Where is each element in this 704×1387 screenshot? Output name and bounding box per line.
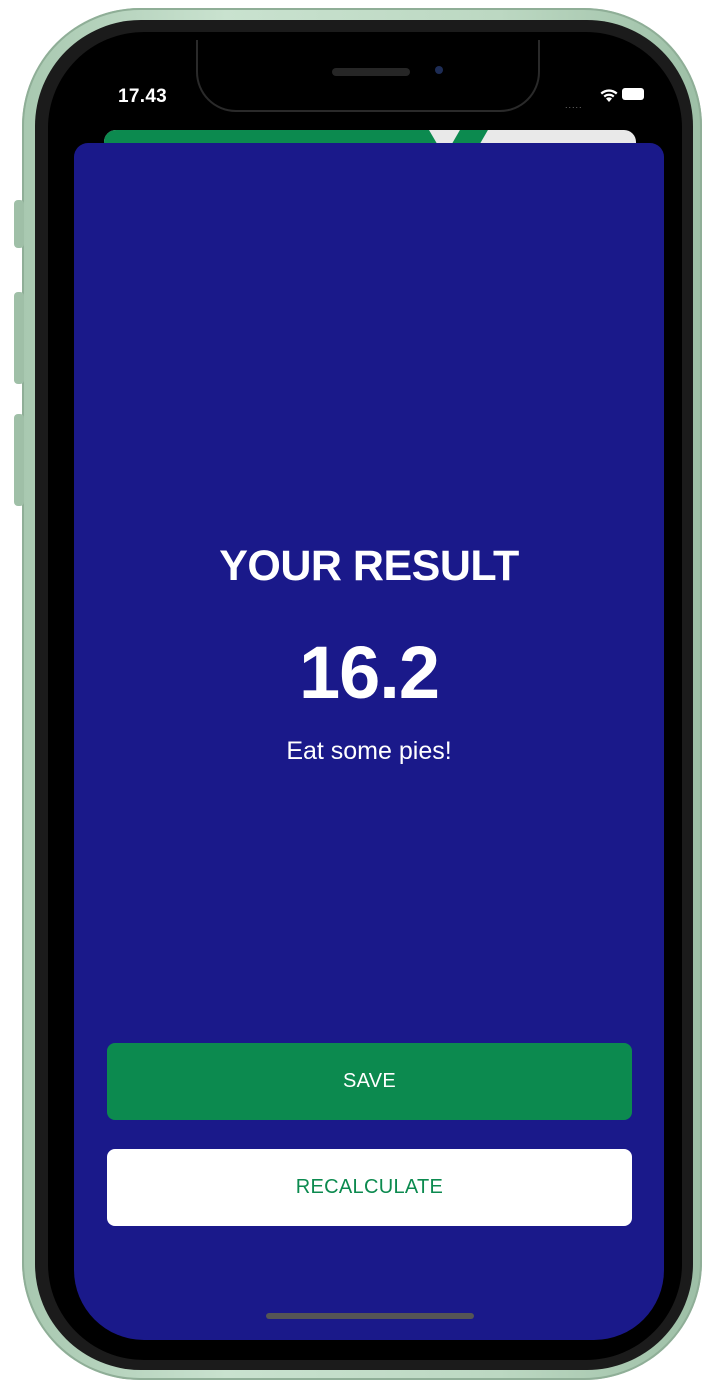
battery-icon [622, 88, 644, 100]
notch-outline [196, 40, 540, 112]
status-time: 17.43 [118, 86, 168, 107]
volume-up-button [14, 292, 24, 384]
front-camera [435, 66, 443, 74]
mute-switch [14, 200, 24, 248]
signal-dots: ..... [565, 100, 583, 110]
save-button[interactable]: SAVE [107, 1043, 632, 1120]
result-title: YOUR RESULT [219, 542, 519, 590]
result-value: 16.2 [298, 631, 440, 714]
result-card: YOUR RESULT 16.2 Eat some pies! SAVE REC… [74, 143, 664, 1340]
volume-down-button [14, 414, 24, 506]
home-indicator[interactable] [266, 1313, 474, 1319]
recalculate-button[interactable]: RECALCULATE [107, 1149, 632, 1226]
speaker-grille [332, 68, 410, 76]
wifi-icon [600, 89, 618, 102]
result-advice: Eat some pies! [286, 737, 452, 765]
